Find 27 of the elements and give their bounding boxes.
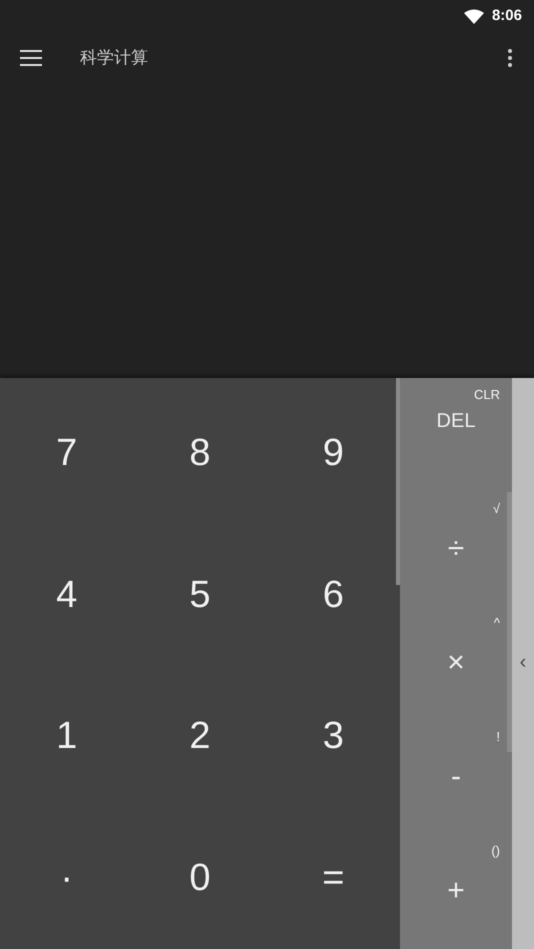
digit-key[interactable]: 2: [181, 717, 219, 756]
menu-icon[interactable]: [20, 50, 42, 66]
secondary-function[interactable]: ^: [494, 616, 500, 629]
digit-key[interactable]: 5: [181, 576, 219, 614]
digit-key[interactable]: 3: [314, 717, 352, 756]
digit-key[interactable]: 1: [48, 717, 86, 756]
digit-key[interactable]: ·: [52, 859, 81, 898]
expand-handle[interactable]: ‹: [520, 652, 526, 672]
digit-key[interactable]: 6: [314, 576, 352, 614]
secondary-function[interactable]: CLR: [474, 388, 500, 401]
digit-key[interactable]: 8: [181, 434, 219, 472]
secondary-function[interactable]: !: [496, 730, 500, 743]
operator-key[interactable]: ×: [447, 648, 465, 678]
operator-key[interactable]: +: [447, 876, 465, 906]
secondary-function[interactable]: (): [491, 844, 500, 857]
secondary-function[interactable]: √: [492, 502, 500, 515]
operator-key[interactable]: DEL: [436, 411, 476, 431]
status-time: 8:06: [492, 6, 522, 26]
digit-key[interactable]: 0: [181, 859, 219, 898]
wifi-icon: [464, 8, 484, 24]
operator-key[interactable]: -: [451, 762, 461, 792]
operator-key[interactable]: ÷: [448, 534, 464, 564]
digit-key[interactable]: 7: [48, 434, 86, 472]
digit-key[interactable]: 9: [314, 434, 352, 472]
digit-key[interactable]: =: [314, 859, 352, 898]
digit-key[interactable]: 4: [48, 576, 86, 614]
toolbar-title: 科学计算: [80, 47, 148, 70]
